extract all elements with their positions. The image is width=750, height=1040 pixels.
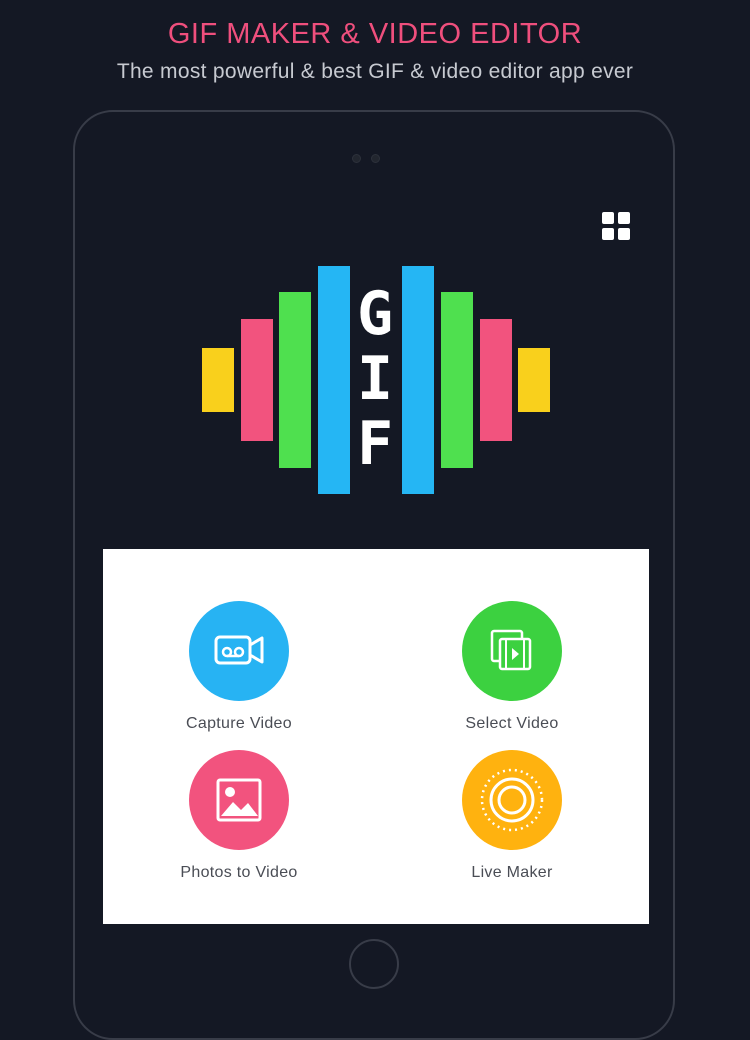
capture-video-button[interactable]: Capture Video (129, 601, 349, 733)
live-ring-icon (480, 768, 544, 832)
video-camera-icon (214, 635, 264, 665)
camera-dot (352, 154, 361, 163)
logo-bar-yellow-right (518, 348, 550, 412)
select-video-circle[interactable] (462, 601, 562, 701)
logo-letter-f: F (356, 409, 394, 479)
select-video-button[interactable]: Select Video (402, 601, 622, 733)
logo-letter-g: G (356, 279, 394, 349)
live-maker-circle[interactable] (462, 750, 562, 850)
action-panel: Capture Video Select Video Photos to Vid… (103, 549, 649, 924)
camera-lens (371, 154, 380, 163)
logo-bar-blue-right (402, 266, 434, 494)
logo-bar-pink-left (241, 319, 273, 441)
photos-to-video-label: Photos to Video (180, 864, 298, 881)
logo-bar-pink-right (480, 319, 512, 441)
live-maker-button[interactable]: Live Maker (402, 750, 622, 882)
logo-bar-green-right (441, 292, 473, 468)
select-video-label: Select Video (465, 715, 559, 732)
logo-bar-yellow-left (202, 348, 234, 412)
photos-to-video-button[interactable]: Photos to Video (129, 750, 349, 882)
film-select-icon (490, 629, 532, 671)
home-button[interactable] (349, 939, 399, 989)
photos-to-video-circle[interactable] (189, 750, 289, 850)
live-maker-label: Live Maker (471, 864, 553, 881)
app-subtitle: The most powerful & best GIF & video edi… (116, 60, 634, 83)
capture-video-circle[interactable] (189, 601, 289, 701)
logo-letter-i: I (356, 344, 394, 414)
logo-bar-blue-left (318, 266, 350, 494)
capture-video-label: Capture Video (186, 715, 292, 732)
grid-menu-icon[interactable] (602, 212, 630, 240)
app-title: GIF MAKER & VIDEO EDITOR (167, 18, 583, 50)
image-icon (216, 778, 262, 822)
logo-bar-green-left (279, 292, 311, 468)
